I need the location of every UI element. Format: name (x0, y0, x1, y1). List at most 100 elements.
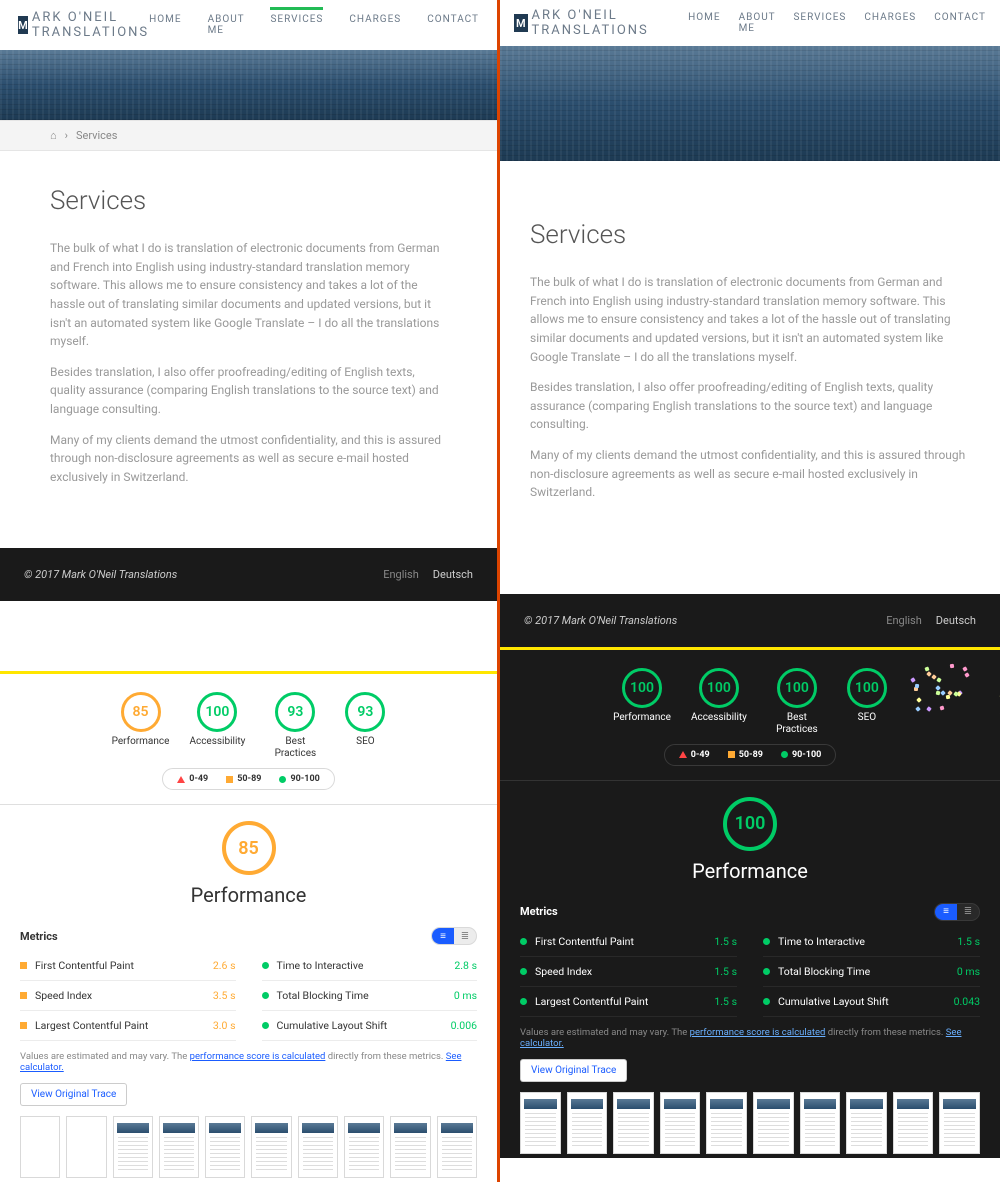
gauge-best-practices[interactable]: 93 Best Practices (265, 692, 325, 760)
metric-value: 1.5 s (714, 935, 737, 948)
view-original-trace-button[interactable]: View Original Trace (520, 1059, 627, 1082)
triangle-icon (177, 776, 185, 783)
site-footer: © 2017 Mark O'Neil Translations English … (0, 548, 497, 601)
site-header: M ARK O'NEIL TRANSLATIONS HOME ABOUT ME … (500, 0, 1000, 46)
expand-view-icon[interactable]: ≡ (935, 904, 957, 920)
filmstrip-frame (753, 1092, 794, 1154)
nav-home[interactable]: HOME (149, 14, 181, 36)
metric-row: Time to Interactive2.8 s (262, 951, 478, 981)
filmstrip-frame (613, 1092, 654, 1154)
status-icon (262, 992, 269, 999)
lang-deutsch[interactable]: Deutsch (936, 614, 976, 627)
site-footer: © 2017 Mark O'Neil Translations English … (500, 594, 1000, 647)
metric-row: First Contentful Paint 1.5 s (520, 927, 737, 957)
metric-name: Speed Index (535, 965, 592, 978)
status-icon (763, 938, 770, 945)
logo-icon[interactable]: M (18, 16, 28, 34)
status-icon (763, 998, 770, 1005)
gauge-seo[interactable]: 100 SEO (847, 668, 887, 736)
metric-value: 0.043 (954, 995, 980, 1008)
nav-about[interactable]: ABOUT ME (208, 14, 245, 36)
filmstrip-frame (800, 1092, 841, 1154)
filmstrip (520, 1092, 980, 1158)
metric-name: First Contentful Paint (535, 935, 634, 948)
copyright: © 2017 Mark O'Neil Translations (24, 568, 177, 581)
calc-link[interactable]: performance score is calculated (190, 1051, 326, 1062)
status-icon (520, 968, 527, 975)
performance-heading: Performance (191, 883, 307, 907)
filmstrip (20, 1116, 477, 1182)
metrics-view-toggle[interactable]: ≡ ≣ (431, 927, 477, 945)
lighthouse-report: 85 Performance 100 Accessibility 93 Best… (0, 671, 497, 1182)
status-icon (20, 962, 27, 969)
gauge-performance[interactable]: 85 Performance (112, 692, 170, 760)
calc-link[interactable]: performance score is calculated (690, 1027, 826, 1038)
metric-row: Speed Index1.5 s (520, 957, 737, 987)
metric-row: First Contentful Paint2.6 s (20, 951, 236, 981)
home-icon[interactable]: ⌂ (50, 129, 57, 142)
collapse-view-icon[interactable]: ≣ (454, 928, 476, 944)
metrics-disclaimer: Values are estimated and may vary. The p… (520, 1027, 980, 1049)
nav-contact[interactable]: CONTACT (427, 14, 479, 36)
gauge-accessibility[interactable]: 100 Accessibility (691, 668, 747, 736)
collapse-view-icon[interactable]: ≣ (957, 904, 979, 920)
nav-services[interactable]: SERVICES (793, 12, 846, 34)
page-content: Services The bulk of what I do is transl… (500, 161, 1000, 594)
gauge-performance[interactable]: 100 Performance (613, 668, 671, 736)
main-nav: HOME ABOUT ME SERVICES CHARGES CONTACT (688, 12, 986, 34)
metrics-label: Metrics (520, 905, 558, 918)
nav-charges[interactable]: CHARGES (864, 12, 916, 34)
metric-row: Time to Interactive1.5 s (763, 927, 980, 957)
lang-english[interactable]: English (383, 568, 419, 581)
filmstrip-frame (205, 1116, 245, 1178)
page-title: Services (50, 181, 447, 221)
circle-icon (279, 776, 286, 783)
square-icon (728, 751, 735, 758)
metrics-view-toggle[interactable]: ≡ ≣ (934, 903, 980, 921)
breadcrumb: ⌂ › Services (0, 120, 497, 151)
filmstrip-frame (520, 1092, 561, 1154)
metrics-label: Metrics (20, 930, 58, 943)
expand-view-icon[interactable]: ≡ (432, 928, 454, 944)
metric-name: Total Blocking Time (778, 965, 870, 978)
status-icon (763, 968, 770, 975)
gauge-accessibility[interactable]: 100 Accessibility (189, 692, 245, 760)
page-content: Services The bulk of what I do is transl… (0, 151, 497, 548)
nav-charges[interactable]: CHARGES (349, 14, 401, 36)
confetti-icon (910, 662, 1000, 722)
metric-row: Largest Contentful Paint1.5 s (520, 987, 737, 1017)
nav-about[interactable]: ABOUT ME (739, 12, 776, 34)
metric-value: 2.6 s (213, 959, 236, 972)
filmstrip-frame (846, 1092, 887, 1154)
logo-icon[interactable]: M (514, 14, 528, 32)
logo-text[interactable]: ARK O'NEIL TRANSLATIONS (32, 10, 149, 40)
nav-home[interactable]: HOME (688, 12, 720, 34)
filmstrip-frame (390, 1116, 430, 1178)
filmstrip-frame (298, 1116, 338, 1178)
score-legend: 0-49 50-89 90-100 (664, 744, 837, 766)
nav-contact[interactable]: CONTACT (934, 12, 986, 34)
metric-name: Total Blocking Time (277, 989, 369, 1002)
performance-gauge-large: 100 Performance (520, 781, 980, 893)
status-icon (520, 938, 527, 945)
filmstrip-frame (20, 1116, 60, 1178)
metric-row: Largest Contentful Paint3.0 s (20, 1011, 236, 1041)
nav-services[interactable]: SERVICES (270, 7, 323, 36)
gauge-seo[interactable]: 93 SEO (345, 692, 385, 760)
lang-deutsch[interactable]: Deutsch (433, 568, 473, 581)
metric-name: Time to Interactive (778, 935, 865, 948)
status-icon (520, 998, 527, 1005)
paragraph: The bulk of what I do is translation of … (530, 273, 970, 366)
filmstrip-frame (66, 1116, 106, 1178)
view-original-trace-button[interactable]: View Original Trace (20, 1083, 127, 1106)
gauge-best-practices[interactable]: 100 Best Practices (767, 668, 827, 736)
lang-english[interactable]: English (886, 614, 922, 627)
logo-text[interactable]: ARK O'NEIL TRANSLATIONS (532, 8, 689, 38)
lighthouse-report: 100 Performance 100 Accessibility 100 Be… (500, 647, 1000, 1158)
filmstrip-frame (437, 1116, 477, 1178)
filmstrip-frame (660, 1092, 701, 1154)
site-header: M ARK O'NEIL TRANSLATIONS HOME ABOUT ME … (0, 0, 497, 50)
filmstrip-frame (567, 1092, 608, 1154)
page-title: Services (530, 215, 970, 255)
metric-value: 1.5 s (714, 995, 737, 1008)
